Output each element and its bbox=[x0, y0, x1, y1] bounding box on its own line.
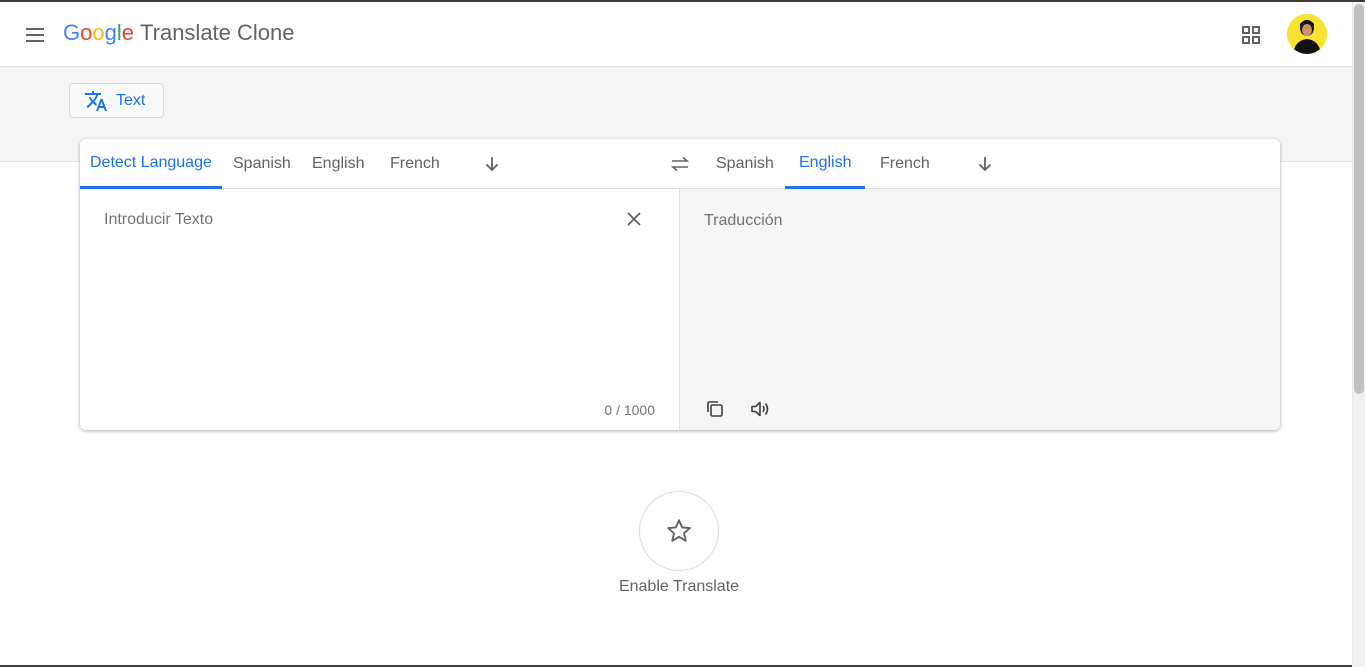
source-more-languages-button[interactable] bbox=[480, 152, 504, 176]
target-tab-spanish[interactable]: Spanish bbox=[716, 139, 774, 189]
target-tab-english[interactable]: English bbox=[785, 139, 866, 189]
swap-icon bbox=[670, 156, 690, 172]
logo-letter: o bbox=[80, 20, 93, 45]
apps-button[interactable] bbox=[1238, 22, 1264, 48]
logo-letter: g bbox=[104, 20, 117, 45]
menu-icon bbox=[26, 28, 44, 42]
copy-icon bbox=[707, 401, 723, 417]
user-avatar[interactable] bbox=[1287, 14, 1327, 54]
swap-languages-button[interactable] bbox=[665, 152, 695, 176]
close-icon bbox=[627, 212, 641, 226]
translation-output: Traducción bbox=[704, 212, 783, 229]
source-text-input[interactable] bbox=[104, 211, 604, 361]
page-scrollbar[interactable] bbox=[1352, 2, 1365, 667]
logo-letter: e bbox=[121, 20, 135, 45]
scrollbar-thumb[interactable] bbox=[1354, 4, 1364, 394]
character-counter: 0 / 1000 bbox=[604, 402, 655, 418]
arrow-down-icon bbox=[485, 157, 499, 172]
source-tab-french[interactable]: French bbox=[390, 139, 440, 189]
target-tab-french[interactable]: French bbox=[880, 139, 930, 189]
copy-translation-button[interactable] bbox=[702, 396, 728, 422]
source-tab-english[interactable]: English bbox=[312, 139, 364, 189]
volume-icon bbox=[751, 401, 769, 417]
logo-letter: o bbox=[92, 20, 105, 45]
google-wordmark: Google bbox=[63, 20, 134, 45]
language-bar: Detect Language Spanish English French S… bbox=[80, 139, 1280, 189]
star-outline-icon bbox=[667, 519, 691, 542]
text-mode-label: Text bbox=[116, 91, 146, 109]
listen-translation-button[interactable] bbox=[747, 396, 773, 422]
avatar-image bbox=[1287, 14, 1327, 54]
clear-text-button[interactable] bbox=[622, 207, 646, 231]
translate-card: Detect Language Spanish English French S… bbox=[80, 139, 1280, 430]
source-tab-spanish[interactable]: Spanish bbox=[233, 139, 291, 189]
target-pane: Traducción bbox=[680, 189, 1280, 430]
source-pane: 0 / 1000 bbox=[80, 189, 680, 430]
apps-grid-icon bbox=[1242, 26, 1260, 44]
top-app-bar: Google Translate Clone bbox=[0, 2, 1352, 67]
hamburger-menu-button[interactable] bbox=[22, 22, 48, 48]
app-logo[interactable]: Google Translate Clone bbox=[63, 20, 295, 46]
logo-letter: G bbox=[63, 20, 81, 45]
arrow-down-icon bbox=[978, 157, 992, 172]
target-more-languages-button[interactable] bbox=[973, 152, 997, 176]
enable-translate-label: Enable Translate bbox=[618, 578, 740, 595]
source-tab-detect-language[interactable]: Detect Language bbox=[80, 139, 222, 189]
translate-icon bbox=[84, 89, 108, 113]
text-mode-button[interactable]: Text bbox=[69, 83, 164, 118]
app-title: Translate Clone bbox=[140, 20, 295, 45]
enable-translate-button[interactable] bbox=[639, 491, 719, 571]
